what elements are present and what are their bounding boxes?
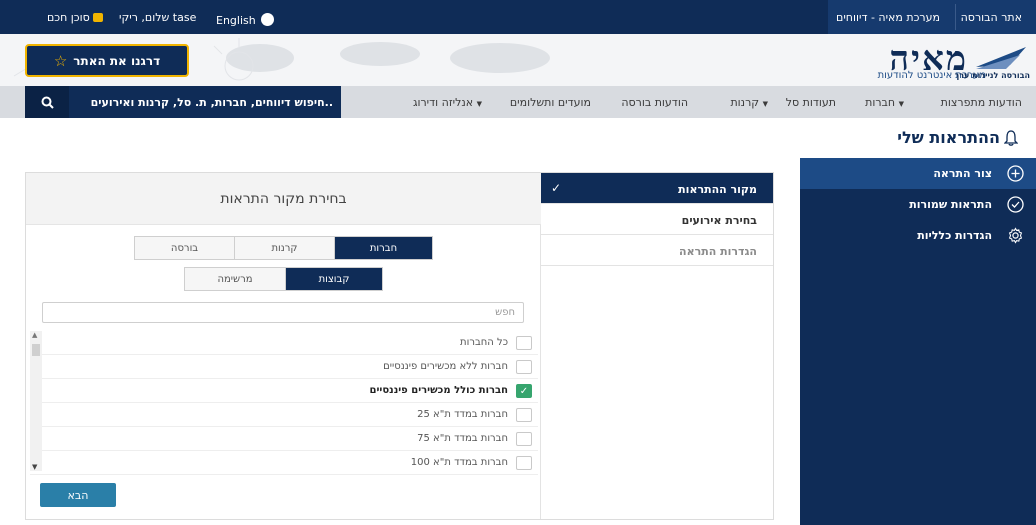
checkbox[interactable]: [516, 360, 532, 374]
global-search[interactable]: חיפוש דיווחים, חברות, ת. סל, קרנות ואירו…: [25, 86, 341, 118]
globe-icon: [260, 13, 274, 26]
step-alert-settings[interactable]: הגדרות התראה: [541, 235, 773, 266]
english-link[interactable]: English: [216, 11, 274, 27]
checkbox[interactable]: [516, 456, 532, 470]
list-item-label: כל החברות: [460, 337, 508, 348]
tab-funds[interactable]: קרנות: [234, 237, 334, 259]
checkbox[interactable]: [516, 432, 532, 446]
nav-analysis-rating[interactable]: אנליזה ודירוג ▼: [413, 96, 484, 109]
main-nav: הודעות מתפרצות חברות ▼ תעודות סל קרנות ▼…: [0, 86, 1036, 118]
site-tour-label: דרגנו את האתר: [73, 53, 161, 68]
companies-group-list: כל החברות חברות ללא מכשירים פיננסיים ✓ ח…: [30, 331, 538, 475]
star-icon: ☆: [53, 51, 68, 70]
step-label: מקור ההתראות: [678, 183, 757, 196]
search-placeholder: חיפוש דיווחים, חברות, ת. סל, קרנות ואירו…: [90, 96, 333, 109]
tab-exchange[interactable]: בורסה: [135, 237, 234, 259]
list-scrollbar[interactable]: ▲ ▼: [30, 331, 42, 471]
english-label: English: [216, 14, 256, 27]
plus-circle-icon: [1007, 165, 1024, 182]
top-bar: אתר הבורסה מערכת מאיה - דיווחים English …: [0, 0, 1036, 34]
nav-exchange-notices[interactable]: הודעות בורסה: [621, 96, 688, 109]
scroll-up-icon[interactable]: ▲: [32, 331, 37, 339]
sidebar-item-label: התראות שמורות: [909, 198, 992, 211]
list-item-label: חברות במדד ת"א 75: [417, 433, 508, 444]
list-item[interactable]: חברות במדד ת"א 75: [30, 427, 538, 451]
select-mode-tabs: מרשימה קבוצות: [184, 267, 383, 291]
tase-site-link[interactable]: אתר הבורסה: [961, 11, 1022, 24]
site-tour-button[interactable]: ☆ דרגנו את האתר: [25, 44, 189, 77]
page-title-text: ההתראות שלי: [897, 128, 1000, 147]
checkbox[interactable]: [516, 336, 532, 350]
tab-groups[interactable]: קבוצות: [285, 268, 382, 290]
nav-funds-label: קרנות: [730, 96, 760, 109]
list-item-label: חברות במדד ת"א 25: [417, 409, 508, 420]
nav-etfs[interactable]: תעודות סל: [786, 96, 836, 109]
panel-header: בחירת מקור התראות: [26, 173, 541, 225]
tab-companies[interactable]: חברות: [334, 237, 432, 259]
step-label: בחירת אירועים: [681, 214, 757, 227]
search-input[interactable]: חפש: [42, 302, 524, 323]
list-item[interactable]: חברות במדד ת"א 25: [30, 403, 538, 427]
check-circle-icon: [1007, 196, 1024, 213]
list-item[interactable]: חברות ללא מכשירים פיננסיים: [30, 355, 538, 379]
greeting-text: שלום, ריקי tase: [119, 11, 197, 24]
step-alert-source[interactable]: מקור ההתראות ✓: [541, 173, 773, 204]
nav-companies-label: חברות: [865, 96, 896, 109]
tab-from-list[interactable]: מרשימה: [185, 268, 285, 290]
alert-wizard: מקור ההתראות ✓ בחירת אירועים הגדרות התרא…: [25, 172, 774, 520]
list-item-label: חברות במדד ת"א 100: [410, 457, 508, 468]
scrollbar-thumb[interactable]: [32, 344, 40, 356]
nav-funds[interactable]: קרנות ▼: [730, 96, 770, 109]
lock-icon: [92, 13, 103, 22]
nav-dates-payments[interactable]: מועדים ותשלומים: [510, 96, 591, 109]
sidebar-item-label: צור התראה: [933, 167, 992, 180]
next-button[interactable]: הבא: [40, 483, 116, 507]
maya-reports-link[interactable]: מערכת מאיה - דיווחים: [836, 11, 940, 24]
world-map-decoration: [226, 42, 550, 73]
sidebar-item-label: הגדרות כלליות: [917, 229, 992, 242]
tase-logo-text: הבורסה לניירות ערך: [954, 71, 1030, 80]
step-label: הגדרות התראה: [679, 245, 757, 258]
sidebar-item-create-alert[interactable]: צור התראה: [800, 158, 1036, 189]
checkmark-icon: ✓: [551, 181, 562, 195]
checkbox[interactable]: [516, 408, 532, 422]
panel-title: בחירת מקור התראות: [220, 191, 347, 207]
list-item-label: חברות ללא מכשירים פיננסיים: [383, 361, 508, 372]
alerts-sidebar: צור התראה התראות שמורות הגדרות כלליות: [800, 158, 1036, 525]
chevron-down-icon: ▼: [476, 100, 482, 108]
list-item-label: חברות כולל מכשירים פיננסיים: [369, 385, 508, 396]
source-panel: בחירת מקור התראות בורסה קרנות חברות מרשי…: [26, 173, 541, 519]
scroll-down-icon[interactable]: ▼: [32, 463, 37, 471]
nav-analysis-label: אנליזה ודירוג: [412, 96, 474, 109]
chevron-down-icon: ▼: [762, 100, 768, 108]
secure-agent-link[interactable]: סוכן חכם: [47, 11, 106, 24]
page-title: ההתראות שלי: [897, 128, 1018, 147]
nav-companies[interactable]: חברות ▼: [865, 96, 906, 109]
search-button[interactable]: [25, 86, 69, 118]
wizard-steps: מקור ההתראות ✓ בחירת אירועים הגדרות התרא…: [540, 173, 773, 519]
divider: [955, 4, 956, 30]
chevron-down-icon: ▼: [898, 100, 904, 108]
nav-breaking-news[interactable]: הודעות מתפרצות: [941, 96, 1022, 109]
list-item[interactable]: ✓ חברות כולל מכשירים פיננסיים: [30, 379, 538, 403]
bell-icon: [1004, 129, 1018, 146]
gear-icon: [1008, 227, 1023, 244]
list-item[interactable]: חברות במדד ת"א 100: [30, 451, 538, 475]
site-header: ☆ דרגנו את האתר מאיה מערכת אינטרנט להודע…: [0, 34, 1036, 86]
secure-agent-label: סוכן חכם: [47, 11, 90, 24]
step-select-events[interactable]: בחירת אירועים: [541, 204, 773, 235]
sidebar-item-saved-alerts[interactable]: התראות שמורות: [800, 189, 1036, 220]
checkbox-checked[interactable]: ✓: [516, 384, 532, 398]
sidebar-item-general-settings[interactable]: הגדרות כלליות: [800, 220, 1036, 251]
source-type-tabs: בורסה קרנות חברות: [134, 236, 433, 260]
search-icon: [41, 96, 54, 109]
list-item[interactable]: כל החברות: [30, 331, 538, 355]
